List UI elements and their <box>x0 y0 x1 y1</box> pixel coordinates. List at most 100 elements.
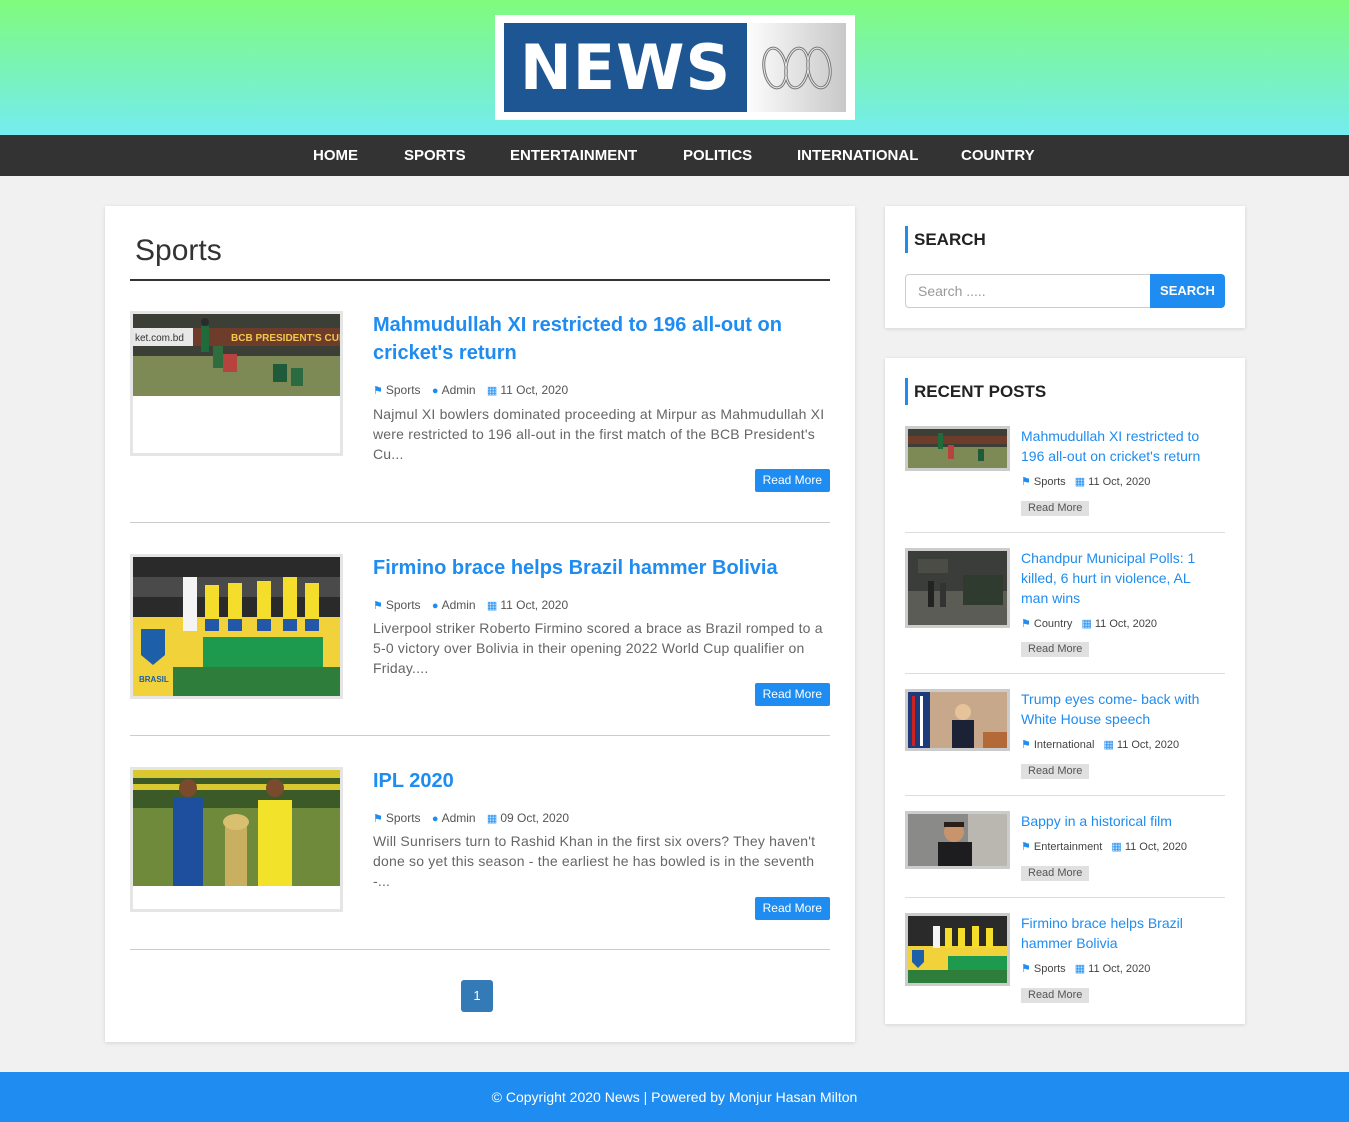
recent-post-thumbnail[interactable] <box>905 689 1010 751</box>
page-title: Sports <box>135 234 222 267</box>
recent-posts-widget: RECENT POSTS Mahmudullah XI restricted t… <box>885 358 1245 1024</box>
recent-post-title-link[interactable]: Firmino brace helps Brazil hammer Bolivi… <box>1021 913 1216 953</box>
thumb-banner-text: BCB PRESIDENT'S CUP <box>231 333 340 344</box>
read-more-button[interactable]: Read More <box>754 683 830 706</box>
recent-post-meta: ⚑ Entertainment ▦ 11 Oct, 2020 <box>1021 840 1187 853</box>
recent-post-date: 11 Oct, 2020 <box>1124 841 1187 853</box>
recent-post-date: 11 Oct, 2020 <box>1094 618 1158 630</box>
recent-post-divider <box>905 673 1225 674</box>
calendar-icon: ▦ <box>486 813 498 825</box>
recent-post-meta: ⚑ Sports ▦ 11 Oct, 2020 <box>1021 962 1150 975</box>
tag-icon: ⚑ <box>1021 963 1031 975</box>
calendar-icon: ▦ <box>1103 739 1114 751</box>
recent-post-thumbnail[interactable] <box>905 811 1010 869</box>
post-item: IPL 2020 ⚑ Sports ● Admin ▦ 09 Oct, 2020 Wi… <box>130 767 830 979</box>
tag-icon: ⚑ <box>373 385 383 397</box>
title-divider <box>130 279 830 281</box>
site-logo[interactable]: NEWS <box>495 15 855 120</box>
post-thumbnail[interactable]: BRASIL <box>130 554 343 699</box>
recent-post-category[interactable]: International <box>1034 739 1095 751</box>
recent-post-divider <box>905 532 1225 533</box>
recent-read-more-button[interactable]: Read More <box>1021 764 1090 779</box>
recent-post-item: Chandpur Municipal Polls: 1 killed, 6 hu… <box>905 548 1225 674</box>
recent-post-category[interactable]: Country <box>1034 618 1073 630</box>
recent-post-item: Trump eyes come- back with White House s… <box>905 689 1225 796</box>
recent-read-more-button[interactable]: Read More <box>1021 988 1090 1003</box>
calendar-icon: ▦ <box>1074 476 1086 488</box>
post-author: Admin <box>441 598 476 612</box>
tag-icon: ⚑ <box>373 813 383 825</box>
logo-news-text: NEWS <box>504 23 747 112</box>
post-title-link[interactable]: IPL 2020 <box>373 767 823 795</box>
tag-icon: ⚑ <box>1021 739 1031 751</box>
recent-post-category[interactable]: Entertainment <box>1034 841 1102 853</box>
post-item: ket.com.bd BCB PRESIDENT'S CUP Mahmudull… <box>130 311 830 523</box>
recent-post-title-link[interactable]: Trump eyes come- back with White House s… <box>1021 689 1216 729</box>
calendar-icon: ▦ <box>486 385 498 397</box>
pagination-page-1[interactable]: 1 <box>461 980 493 1012</box>
recent-post-thumbnail[interactable] <box>905 913 1010 986</box>
recent-read-more-button[interactable]: Read More <box>1021 642 1090 657</box>
tag-icon: ⚑ <box>1021 841 1031 853</box>
post-excerpt: Will Sunrisers turn to Rashid Khan in th… <box>373 833 816 889</box>
footer-copyright: © Copyright 2020 News | Powered by Monju… <box>491 1089 858 1105</box>
search-button[interactable]: SEARCH <box>1150 274 1225 308</box>
recent-post-divider <box>905 795 1225 796</box>
post-category[interactable]: Sports <box>386 383 421 397</box>
post-date: 11 Oct, 2020 <box>500 598 569 612</box>
nav-country[interactable]: COUNTRY <box>961 135 1035 176</box>
thumb-site-text: ket.com.bd <box>135 333 184 344</box>
post-title-link[interactable]: Mahmudullah XI restricted to 196 all-out… <box>373 311 823 367</box>
post-date: 11 Oct, 2020 <box>500 383 569 397</box>
recent-post-title-link[interactable]: Mahmudullah XI restricted to 196 all-out… <box>1021 426 1216 466</box>
recent-post-meta: ⚑ International ▦ 11 Oct, 2020 <box>1021 738 1179 751</box>
post-divider <box>130 735 830 736</box>
recent-post-thumbnail[interactable] <box>905 426 1010 471</box>
calendar-icon: ▦ <box>1111 841 1122 853</box>
nav-sports[interactable]: SPORTS <box>404 135 466 176</box>
recent-posts-title: RECENT POSTS <box>905 378 1046 405</box>
abc-logo-icon <box>747 23 846 112</box>
calendar-icon: ▦ <box>1081 618 1092 630</box>
nav-entertainment[interactable]: ENTERTAINMENT <box>510 135 637 176</box>
recent-post-meta: ⚑ Country ▦ 11 Oct, 2020 <box>1021 617 1157 630</box>
nav-politics[interactable]: POLITICS <box>683 135 752 176</box>
post-thumbnail[interactable]: ket.com.bd BCB PRESIDENT'S CUP <box>130 311 343 456</box>
recent-post-category[interactable]: Sports <box>1034 476 1066 488</box>
read-more-button[interactable]: Read More <box>754 897 830 920</box>
search-widget: SEARCH Search ..... SEARCH <box>885 206 1245 328</box>
post-title-link[interactable]: Firmino brace helps Brazil hammer Bolivi… <box>373 554 823 582</box>
recent-post-meta: ⚑ Sports ▦ 11 Oct, 2020 <box>1021 475 1150 488</box>
post-category[interactable]: Sports <box>386 811 421 825</box>
post-divider <box>130 522 830 523</box>
read-more-button[interactable]: Read More <box>754 469 830 492</box>
post-author: Admin <box>441 811 476 825</box>
nav-international[interactable]: INTERNATIONAL <box>797 135 918 176</box>
post-meta: ⚑ Sports ● Admin ▦ 11 Oct, 2020 <box>373 598 568 612</box>
post-date: 09 Oct, 2020 <box>500 811 570 825</box>
user-icon: ● <box>431 600 439 612</box>
recent-post-date: 11 Oct, 2020 <box>1116 739 1180 751</box>
post-thumbnail[interactable] <box>130 767 343 912</box>
recent-post-item: Mahmudullah XI restricted to 196 all-out… <box>905 426 1225 534</box>
recent-post-item: Firmino brace helps Brazil hammer Bolivi… <box>905 913 1225 1003</box>
post-author: Admin <box>441 383 476 397</box>
tag-icon: ⚑ <box>373 600 383 612</box>
recent-read-more-button[interactable]: Read More <box>1021 866 1090 881</box>
post-divider <box>130 949 830 950</box>
recent-read-more-button[interactable]: Read More <box>1021 501 1090 516</box>
user-icon: ● <box>431 385 439 397</box>
nav-home[interactable]: HOME <box>313 135 358 176</box>
recent-post-thumbnail[interactable] <box>905 548 1010 628</box>
search-input[interactable]: Search ..... <box>905 274 1151 308</box>
search-widget-title: SEARCH <box>905 226 986 253</box>
post-category[interactable]: Sports <box>386 598 421 612</box>
tag-icon: ⚑ <box>1021 618 1031 630</box>
recent-post-title-link[interactable]: Chandpur Municipal Polls: 1 killed, 6 hu… <box>1021 548 1216 608</box>
thumb-brasil-text: BRASIL <box>139 675 169 684</box>
post-meta: ⚑ Sports ● Admin ▦ 09 Oct, 2020 <box>373 811 569 825</box>
calendar-icon: ▦ <box>486 600 498 612</box>
recent-post-title-link[interactable]: Bappy in a historical film <box>1021 811 1216 831</box>
recent-post-category[interactable]: Sports <box>1034 963 1066 975</box>
recent-post-item: Bappy in a historical film ⚑ Entertainmen… <box>905 811 1225 898</box>
